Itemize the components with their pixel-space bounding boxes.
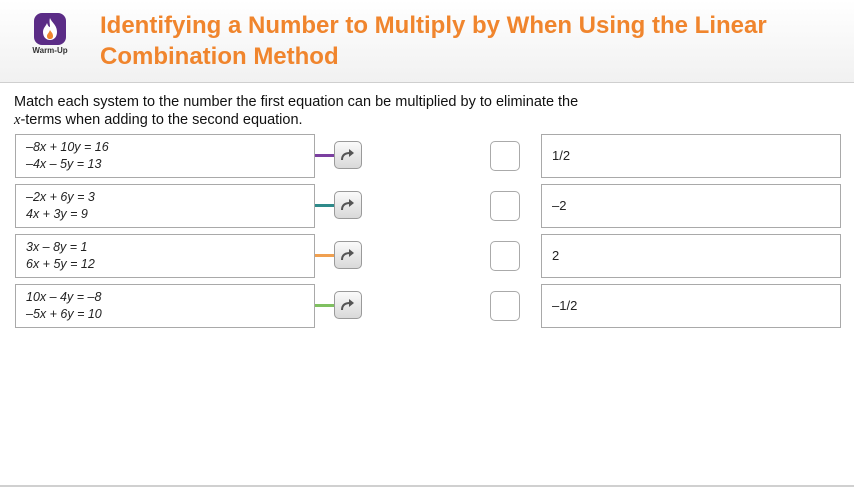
instructions-text-1: Match each system to the number the firs… xyxy=(14,94,579,110)
answer-tile[interactable]: 1/2 xyxy=(541,134,841,178)
prompt-tile[interactable]: 10x – 4y = –8 –5x + 6y = 10 xyxy=(15,284,315,328)
equation-1: 3x – 8y = 1 xyxy=(26,240,88,254)
curved-arrow-right-icon xyxy=(341,149,354,161)
prompt-tile[interactable]: –2x + 6y = 3 4x + 3y = 9 xyxy=(15,184,315,228)
connector-line xyxy=(315,154,335,157)
match-row: –2x + 6y = 3 4x + 3y = 9 –2 xyxy=(0,184,854,228)
equation-1: –2x + 6y = 3 xyxy=(26,190,95,204)
curved-arrow-right-icon xyxy=(341,199,354,211)
equation-1: –8x + 10y = 16 xyxy=(26,140,109,154)
equation-2: 4x + 3y = 9 xyxy=(26,207,88,221)
page-title: Identifying a Number to Multiply by When… xyxy=(100,12,767,70)
instructions-text-2: -terms when adding to the second equatio… xyxy=(20,112,303,128)
connector-line xyxy=(315,304,335,307)
match-arrow-button[interactable] xyxy=(334,141,362,169)
answer-tile[interactable]: 2 xyxy=(541,234,841,278)
answer-label: 1/2 xyxy=(552,148,571,163)
answer-label: 2 xyxy=(552,248,560,263)
match-row: 10x – 4y = –8 –5x + 6y = 10 –1/2 xyxy=(0,284,854,328)
match-row: 3x – 8y = 1 6x + 5y = 12 2 xyxy=(0,234,854,278)
curved-arrow-right-icon xyxy=(341,249,354,261)
match-arrow-button[interactable] xyxy=(334,241,362,269)
equation-2: –5x + 6y = 10 xyxy=(26,307,102,321)
prompt-tile[interactable]: 3x – 8y = 1 6x + 5y = 12 xyxy=(15,234,315,278)
prompt-tile[interactable]: –8x + 10y = 16 –4x – 5y = 13 xyxy=(15,134,315,178)
answer-label: –1/2 xyxy=(552,298,578,313)
match-row: –8x + 10y = 16 –4x – 5y = 13 1/2 xyxy=(0,134,854,178)
match-arrow-button[interactable] xyxy=(334,191,362,219)
equation-2: –4x – 5y = 13 xyxy=(26,157,102,171)
logo-label: Warm-Up xyxy=(32,46,68,55)
answer-tile[interactable]: –2 xyxy=(541,184,841,228)
connector-line xyxy=(315,204,335,207)
curved-arrow-right-icon xyxy=(341,299,354,311)
answer-label: –2 xyxy=(552,198,567,213)
equation-2: 6x + 5y = 12 xyxy=(26,257,95,271)
match-target-slot[interactable] xyxy=(490,141,520,171)
connector-line xyxy=(315,254,335,257)
match-target-slot[interactable] xyxy=(490,241,520,271)
match-target-slot[interactable] xyxy=(490,191,520,221)
match-target-slot[interactable] xyxy=(490,291,520,321)
flame-icon xyxy=(34,13,66,45)
instructions: Match each system to the number the firs… xyxy=(14,93,714,129)
match-arrow-button[interactable] xyxy=(334,291,362,319)
equation-1: 10x – 4y = –8 xyxy=(26,290,102,304)
header: Warm-Up Identifying a Number to Multiply… xyxy=(0,0,854,83)
answer-tile[interactable]: –1/2 xyxy=(541,284,841,328)
